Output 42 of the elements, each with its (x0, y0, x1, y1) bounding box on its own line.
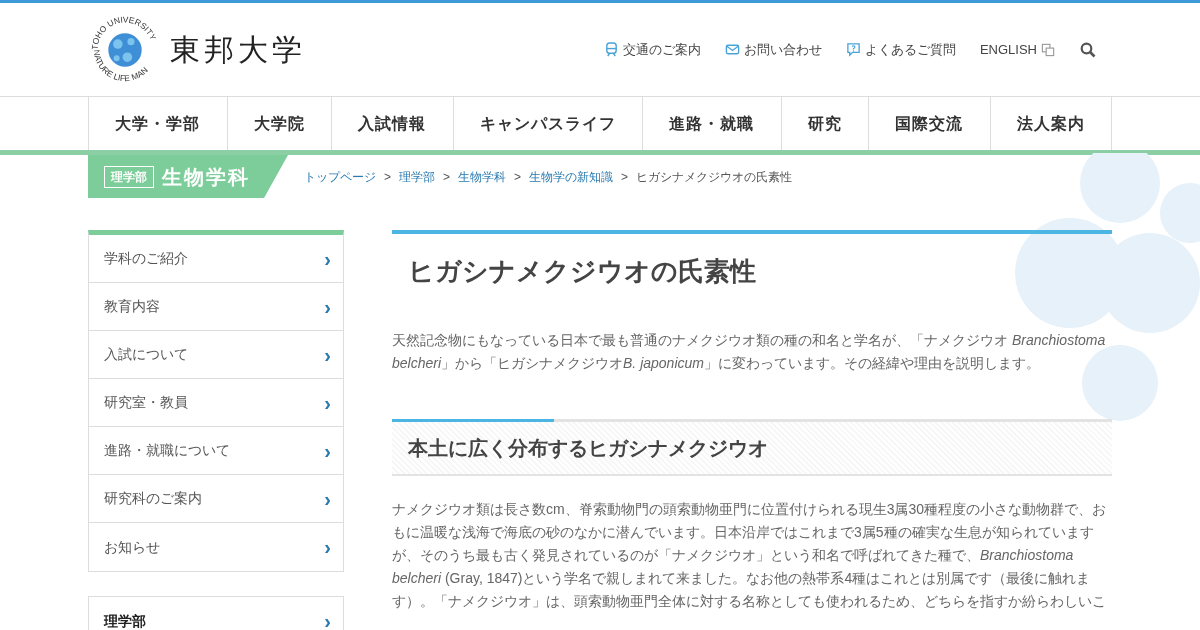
sidebar-menu-item[interactable]: 研究室・教員 › (89, 379, 343, 427)
nav-tab[interactable]: 法人案内 (989, 97, 1112, 150)
external-window-icon (1041, 42, 1056, 57)
utility-link[interactable]: 交通のご案内 (603, 39, 701, 60)
utility-link[interactable]: お問い合わせ (724, 39, 822, 60)
sidebar-menu-item[interactable]: お知らせ › (89, 523, 343, 571)
chevron-icon: › (324, 488, 331, 509)
chevron-icon: › (324, 611, 331, 630)
sidebar-menu-item[interactable]: 研究科のご案内 › (89, 475, 343, 523)
sidebar-menu-item[interactable]: 学科のご紹介 › (89, 235, 343, 283)
chevron-icon: › (324, 440, 331, 461)
department-title: 生物学科 (162, 164, 250, 190)
utility-link[interactable]: ENGLISH (979, 39, 1056, 60)
train-icon (603, 42, 619, 57)
breadcrumb-separator: > (384, 168, 391, 186)
sidebar-menu-item[interactable]: 教育内容 › (89, 283, 343, 331)
breadcrumb-separator: > (443, 168, 451, 186)
body-paragraph: ナメクジウオ類は長さ数cm、脊索動物門の頭索動物亜門に位置付けられる現生3属30種程度の小さな動物群で、おもに温暖な浅海で海底の砂のなかに潜んでいます。日本沿岸ではこれまで3属5種の確実な生息が知られていますが、そのうち最も古く発見されているのが「ナメクジウオ」という和名で呼ばれてきた種で、Branchiostoma belcheri (Gray, 1847)という学名で親しまれて来ました。なお他の熱帯系4種はこれとは別属です（最後に触れます）。「ナメクジウオ」は、頭索動物亜門全体に対する名称としても使われるため、どちらを指すか紛らわしいこ (392, 500, 1108, 612)
mail-icon (724, 42, 740, 57)
faculty-label: 理学部 (104, 165, 154, 188)
chevron-icon: › (324, 344, 331, 365)
breadcrumb-link[interactable]: 理学部 (399, 167, 435, 186)
breadcrumb-separator: > (621, 168, 629, 186)
chevron-icon: › (324, 392, 331, 413)
intro-paragraph: 天然記念物にもなっている日本で最も普通のナメクジウオ類の種の和名と学名が、「ナメクジウオ Branchiostoma belcheri」から「ヒガシナメクジウオB. japonicum」に変わっています。その経緯や理由を説明します。 (392, 331, 1107, 374)
question-bubble-icon (845, 42, 861, 57)
breadcrumb-current: ヒガシナメクジウオの氏素性 (636, 168, 793, 186)
university-name[interactable]: 東邦大学 (170, 27, 306, 72)
chevron-icon: › (324, 537, 331, 557)
section-heading: 本土に広く分布するヒガシナメクジウオ (408, 436, 769, 461)
sidebar-menu-item[interactable]: 理学部 › (89, 597, 343, 630)
sidebar-menu-item[interactable]: 入試について › (89, 331, 343, 379)
breadcrumb-separator: > (514, 168, 522, 186)
breadcrumb-link[interactable]: トップページ (304, 167, 376, 186)
chevron-icon: › (324, 248, 331, 269)
sidebar-menu-item[interactable]: 進路・就職について › (89, 427, 343, 475)
breadcrumb-link[interactable]: 生物学の新知識 (529, 167, 614, 186)
chevron-icon: › (324, 296, 331, 317)
utility-link[interactable]: よくあるご質問 (845, 39, 956, 60)
page-title: ヒガシナメクジウオの氏素性 (392, 230, 1112, 288)
search-icon[interactable] (1080, 41, 1096, 58)
breadcrumb-link[interactable]: 生物学科 (458, 167, 507, 186)
